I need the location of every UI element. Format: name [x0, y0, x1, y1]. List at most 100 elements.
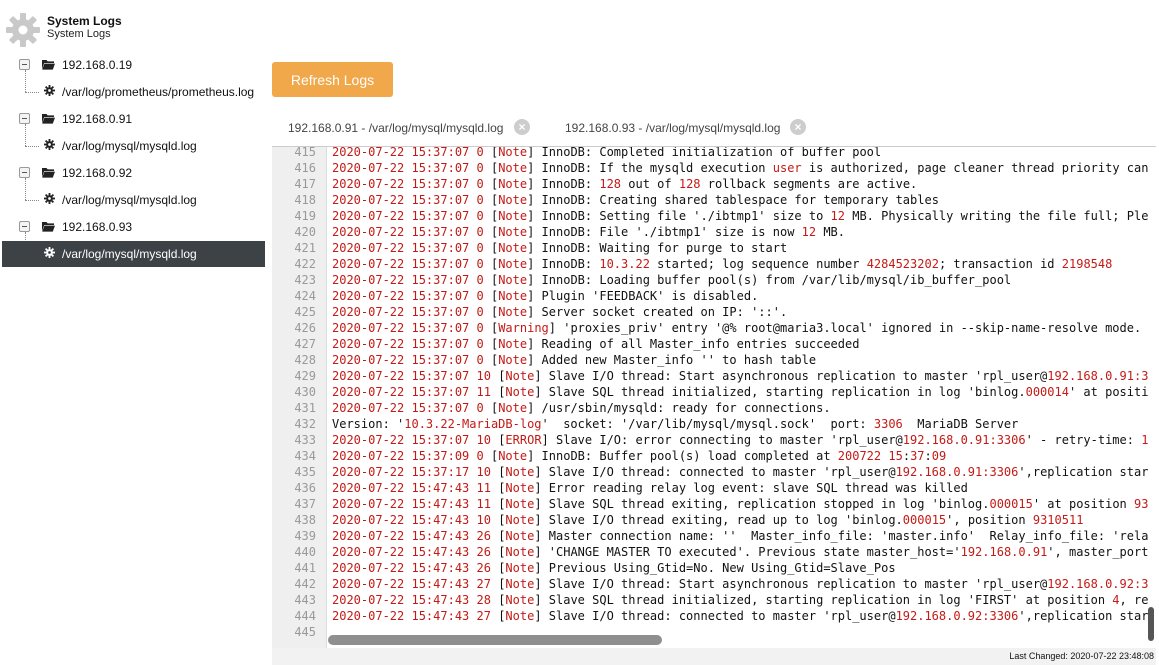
line-number: 433: [294, 433, 316, 447]
status-bar: Last Changed: 2020-07-22 23:48:08: [272, 648, 1156, 665]
line-number: 436: [294, 481, 316, 495]
log-text: 2020-07-22 15:37:07 0 [Note] InnoDB: 10.…: [332, 257, 1113, 271]
log-line: 432 Version: '10.3.22-MariaDB-log' socket…: [272, 416, 1152, 432]
log-text: 2020-07-22 15:47:43 27 [Note] Slave I/O …: [332, 609, 1149, 623]
log-line: 438 2020-07-22 15:47:43 10 [Note] Slave I…: [272, 512, 1152, 528]
collapse-toggle-icon[interactable]: [19, 59, 30, 70]
log-line: 443 2020-07-22 15:47:43 28 [Note] Slave S…: [272, 592, 1152, 608]
log-text: 2020-07-22 15:37:07 0 [Note] InnoDB: 128…: [332, 177, 918, 191]
log-text: 2020-07-22 15:37:07 0 [Note] InnoDB: Loa…: [332, 273, 1012, 287]
log-line: 431 2020-07-22 15:37:07 0 [Note] /usr/sbi…: [272, 400, 1152, 416]
log-line: 427 2020-07-22 15:37:07 0 [Note] Reading …: [272, 336, 1152, 352]
line-number: 425: [294, 305, 316, 319]
collapse-toggle-icon[interactable]: [19, 221, 30, 232]
vertical-scrollbar[interactable]: [1148, 607, 1154, 641]
log-viewer[interactable]: 415 2020-07-22 15:37:07 0 [Note] InnoDB: …: [272, 146, 1156, 648]
tree-node-host[interactable]: 192.168.0.93: [0, 214, 265, 240]
collapse-toggle-icon[interactable]: [19, 167, 30, 178]
close-tab-icon[interactable]: ×: [790, 119, 806, 135]
line-number: 416: [294, 161, 316, 175]
log-text: 2020-07-22 15:37:07 0 [Note] Reading of …: [332, 337, 860, 351]
line-number: 423: [294, 273, 316, 287]
log-line: 426 2020-07-22 15:37:07 0 [Warning] 'prox…: [272, 320, 1152, 336]
horizontal-scrollbar[interactable]: [328, 635, 662, 645]
log-file-label: /var/log/mysql/mysqld.log: [62, 247, 197, 261]
log-line: 428 2020-07-22 15:37:07 0 [Note] Added ne…: [272, 352, 1152, 368]
tree-leaf-log-file[interactable]: /var/log/mysql/mysqld.log: [2, 133, 265, 159]
close-tab-icon[interactable]: ×: [514, 119, 530, 135]
log-line: 425 2020-07-22 15:37:07 0 [Note] Server s…: [272, 304, 1152, 320]
host-label: 192.168.0.19: [62, 58, 133, 72]
log-line: 439 2020-07-22 15:47:43 26 [Note] Master …: [272, 528, 1152, 544]
log-text: 2020-07-22 15:37:07 0 [Note] Added new M…: [332, 353, 817, 367]
log-line: 441 2020-07-22 15:47:43 26 [Note] Previou…: [272, 560, 1152, 576]
log-text: 2020-07-22 15:37:07 10 [ERROR] Slave I/O…: [332, 433, 1149, 447]
log-text: 2020-07-22 15:47:43 11 [Note] Error read…: [332, 481, 968, 495]
line-number: 432: [294, 417, 316, 431]
log-text: 2020-07-22 15:37:07 11 [Note] Slave SQL …: [332, 385, 1149, 399]
cog-icon: [44, 85, 55, 96]
log-content: 415 2020-07-22 15:37:07 0 [Note] InnoDB: …: [272, 146, 1152, 640]
log-line: 419 2020-07-22 15:37:07 0 [Note] InnoDB: …: [272, 208, 1152, 224]
log-text: 2020-07-22 15:37:17 10 [Note] Slave I/O …: [332, 465, 1149, 479]
last-changed-text: Last Changed: 2020-07-22 23:48:08: [1009, 651, 1154, 661]
log-file-label: /var/log/mysql/mysqld.log: [62, 193, 197, 207]
line-number: 427: [294, 337, 316, 351]
log-line: 416 2020-07-22 15:37:07 0 [Note] InnoDB: …: [272, 160, 1152, 176]
folder-open-icon: [42, 114, 55, 124]
tab-log-91[interactable]: 192.168.0.91 - /var/log/mysql/mysqld.log…: [288, 118, 533, 138]
log-text: 2020-07-22 15:47:43 28 [Note] Slave SQL …: [332, 593, 1149, 607]
log-text: Version: '10.3.22-MariaDB-log' socket: '…: [332, 417, 1019, 431]
collapse-toggle-icon[interactable]: [19, 113, 30, 124]
line-number: 417: [294, 177, 316, 191]
log-line: 422 2020-07-22 15:37:07 0 [Note] InnoDB: …: [272, 256, 1152, 272]
log-file-label: /var/log/prometheus/prometheus.log: [62, 85, 255, 99]
log-text: 2020-07-22 15:37:07 0 [Note] /usr/sbin/m…: [332, 401, 831, 415]
line-number: 435: [294, 465, 316, 479]
folder-open-icon: [42, 168, 55, 178]
log-line: 424 2020-07-22 15:37:07 0 [Note] Plugin '…: [272, 288, 1152, 304]
log-line: 433 2020-07-22 15:37:07 10 [ERROR] Slave …: [272, 432, 1152, 448]
tree-node-host[interactable]: 192.168.0.92: [0, 160, 265, 186]
host-label: 192.168.0.93: [62, 220, 133, 234]
log-line: 436 2020-07-22 15:47:43 11 [Note] Error r…: [272, 480, 1152, 496]
log-line: 444 2020-07-22 15:47:43 27 [Note] Slave I…: [272, 608, 1152, 624]
line-number: 422: [294, 257, 316, 271]
log-text: 2020-07-22 15:47:43 26 [Note] Master con…: [332, 529, 1149, 543]
log-text: 2020-07-22 15:37:07 10 [Note] Slave I/O …: [332, 369, 1149, 383]
line-number: 419: [294, 209, 316, 223]
tree-leaf-log-file-selected[interactable]: /var/log/mysql/mysqld.log: [2, 241, 265, 267]
line-number: 437: [294, 497, 316, 511]
log-text: 2020-07-22 15:47:43 11 [Note] Slave SQL …: [332, 497, 1149, 511]
tab-log-93[interactable]: 192.168.0.93 - /var/log/mysql/mysqld.log…: [565, 118, 810, 138]
line-number: 431: [294, 401, 316, 415]
log-text: 2020-07-22 15:37:07 0 [Note] InnoDB: Com…: [332, 146, 882, 159]
log-text: 2020-07-22 15:37:09 0 [Note] InnoDB: Buf…: [332, 449, 947, 463]
log-text: 2020-07-22 15:37:07 0 [Note] Server sock…: [332, 305, 788, 319]
line-number: 439: [294, 529, 316, 543]
log-tree-sidebar: System Logs System Logs 192.168.0.19 /va…: [0, 0, 268, 665]
log-line: 423 2020-07-22 15:37:07 0 [Note] InnoDB: …: [272, 272, 1152, 288]
log-text: 2020-07-22 15:47:43 26 [Note] Previous U…: [332, 561, 896, 575]
tree-leaf-log-file[interactable]: /var/log/mysql/mysqld.log: [2, 187, 265, 213]
log-line: 440 2020-07-22 15:47:43 26 [Note] 'CHANGE…: [272, 544, 1152, 560]
log-line: 415 2020-07-22 15:37:07 0 [Note] InnoDB: …: [272, 146, 1152, 160]
log-line: 442 2020-07-22 15:47:43 27 [Note] Slave I…: [272, 576, 1152, 592]
tree-node-host[interactable]: 192.168.0.91: [0, 106, 265, 132]
log-text: 2020-07-22 15:47:43 26 [Note] 'CHANGE MA…: [332, 545, 1149, 559]
host-label: 192.168.0.91: [62, 112, 133, 126]
log-text: 2020-07-22 15:47:43 27 [Note] Slave I/O …: [332, 577, 1149, 591]
log-line: 417 2020-07-22 15:37:07 0 [Note] InnoDB: …: [272, 176, 1152, 192]
host-label: 192.168.0.92: [62, 166, 133, 180]
line-number: 421: [294, 241, 316, 255]
log-line: 435 2020-07-22 15:37:17 10 [Note] Slave I…: [272, 464, 1152, 480]
tree-leaf-log-file[interactable]: /var/log/prometheus/prometheus.log: [2, 79, 265, 105]
line-number: 429: [294, 369, 316, 383]
folder-open-icon: [42, 222, 55, 232]
log-line: 418 2020-07-22 15:37:07 0 [Note] InnoDB: …: [272, 192, 1152, 208]
tree-node-host[interactable]: 192.168.0.19: [0, 52, 265, 78]
tree-root-subtitle: System Logs: [47, 28, 111, 40]
log-text: 2020-07-22 15:37:07 0 [Warning] 'proxies…: [332, 321, 1142, 335]
refresh-logs-button[interactable]: Refresh Logs: [272, 62, 393, 97]
log-text: 2020-07-22 15:37:07 0 [Note] InnoDB: Cre…: [332, 193, 939, 207]
